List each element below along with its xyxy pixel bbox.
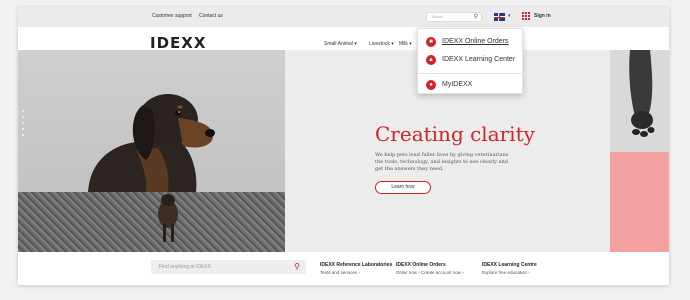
search-icon[interactable]: ⚲ (294, 262, 300, 271)
site-search-input[interactable]: Find anything at IDEXX ⚲ (151, 260, 306, 274)
header-search-input[interactable]: Search ⚲ (426, 12, 482, 22)
running-dog-photo (158, 194, 178, 242)
hero-section: Creating clarity We help pets lead fulle… (18, 50, 669, 252)
learn-how-button[interactable]: Learn how (375, 181, 431, 194)
dropdown-item-label: IDEXX Learning Center (442, 56, 516, 63)
dropdown-item-label: IDEXX Online Orders (442, 38, 509, 45)
quick-link-learning-centre[interactable]: IDEXX Learning Centre (482, 262, 537, 268)
hero-headline: Creating clarity (375, 122, 535, 146)
sign-in-link[interactable]: Sign in (534, 13, 551, 19)
site-search-placeholder: Find anything at IDEXX (159, 264, 211, 270)
quick-link-reference-labs[interactable]: IDEXX Reference Laboratories (320, 262, 392, 268)
customer-support-link[interactable]: Customer support (152, 13, 192, 19)
quick-link-online-orders[interactable]: IDEXX Online Orders (396, 262, 446, 268)
utility-bar: Customer support Contact us Search ⚲ ▾ S… (18, 7, 669, 27)
apps-grid-icon[interactable] (522, 12, 531, 21)
quick-link-sub[interactable]: Tests and services › (320, 270, 360, 275)
carousel-dot[interactable] (22, 122, 24, 124)
hero-right-image (610, 50, 669, 252)
quick-link-sub[interactable]: Order now › Create account now › (396, 270, 464, 275)
header-search-placeholder: Search (432, 15, 444, 19)
apps-dropdown-menu: ■ IDEXX Online Orders ▲ IDEXX Learning C… (417, 28, 524, 95)
dropdown-item-learning-center[interactable]: ▲ IDEXX Learning Center (418, 51, 524, 70)
quick-link-sub[interactable]: Explore free education › (482, 270, 530, 275)
uk-flag-icon[interactable] (494, 13, 505, 21)
carousel-dot[interactable] (22, 116, 24, 118)
dropdown-divider (418, 73, 524, 74)
dachshund-photo (88, 94, 215, 192)
dropdown-item-online-orders[interactable]: ■ IDEXX Online Orders (418, 33, 524, 52)
user-icon: ● (426, 80, 436, 90)
cart-icon: ■ (426, 37, 436, 47)
quick-links-bar: Find anything at IDEXX ⚲ IDEXX Reference… (18, 252, 669, 285)
search-icon[interactable]: ⚲ (474, 14, 478, 21)
carousel-dot[interactable] (22, 110, 24, 112)
hero-dog-image (18, 50, 285, 252)
paw-photo (629, 50, 655, 137)
dropdown-item-myidexx[interactable]: ● MyIDEXX (418, 76, 524, 95)
carousel-dot[interactable] (22, 134, 24, 136)
hero-subtext: We help pets lead fuller lives by giving… (375, 152, 509, 172)
nav-item-livestock[interactable]: Livestock ▾ (369, 41, 394, 47)
learning-icon: ▲ (426, 55, 436, 65)
nav-item-milk[interactable]: Milk ▾ (399, 41, 412, 47)
browser-page: Customer support Contact us Search ⚲ ▾ S… (18, 7, 669, 285)
chevron-down-icon[interactable]: ▾ (508, 13, 511, 19)
nav-item-small-animal[interactable]: Small Animal ▾ (324, 41, 357, 47)
contact-us-link[interactable]: Contact us (199, 13, 223, 19)
carousel-dot[interactable] (22, 128, 24, 130)
dropdown-item-label: MyIDEXX (442, 81, 473, 88)
